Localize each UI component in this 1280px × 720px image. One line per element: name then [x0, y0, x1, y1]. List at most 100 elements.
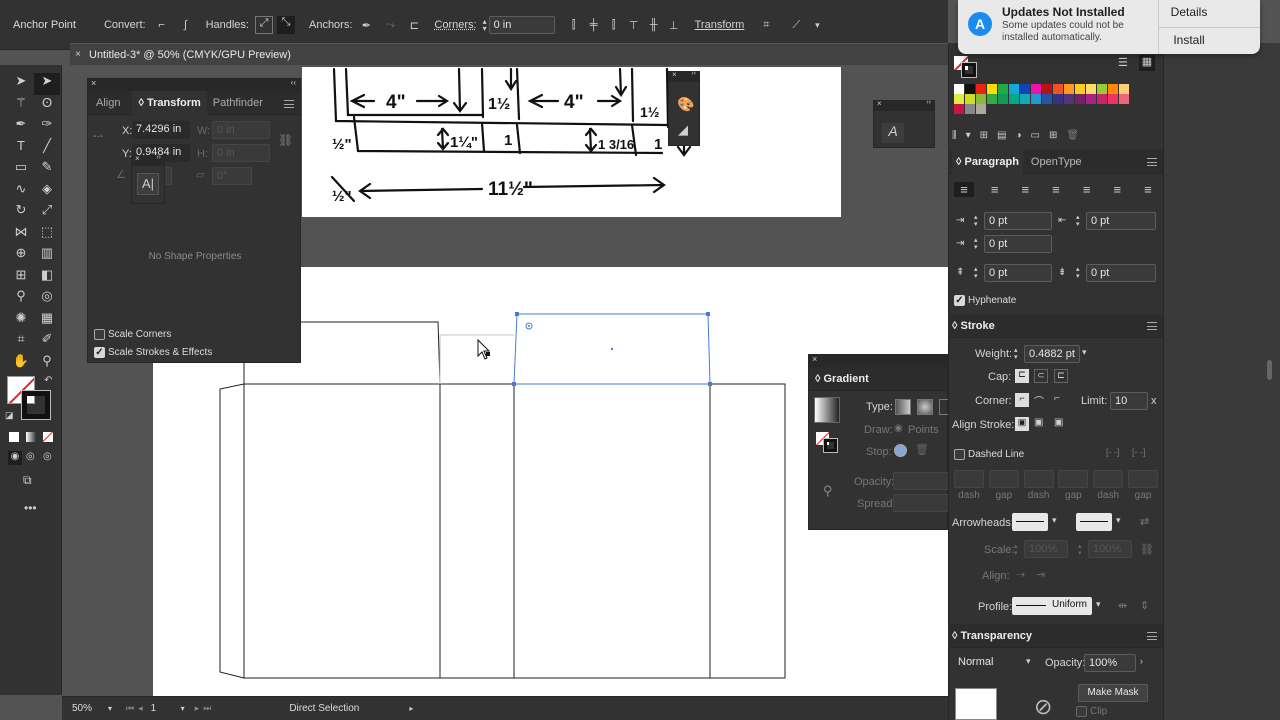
connect-anchor-icon[interactable]: ⤳ [382, 19, 398, 32]
start-arrowhead-chevron-icon[interactable]: ▾ [1052, 515, 1057, 526]
tab-opentype[interactable]: OpenType [1031, 156, 1082, 168]
cut-path-icon[interactable]: ⊏ [406, 19, 422, 32]
spread-input[interactable] [893, 494, 949, 512]
stepper-icon[interactable]: ▴ ▾ [1076, 214, 1080, 228]
stepper-icon[interactable]: ▴ ▾ [974, 266, 978, 280]
next-artboard-icon[interactable]: ▸ [195, 703, 200, 714]
dashed-line-checkbox[interactable] [954, 449, 965, 460]
artboard-number[interactable]: 1 [151, 703, 181, 714]
color-guide-icon[interactable]: 🎨 [677, 96, 694, 113]
scale-tool-icon[interactable]: ⤢ [34, 202, 60, 224]
document-tab[interactable]: × Untitled-3* @ 50% (CMYK/GPU Preview) [70, 43, 948, 65]
zoom-level[interactable]: 50% [72, 703, 108, 714]
panel-menu-icon[interactable] [1147, 632, 1157, 640]
opacity-input[interactable]: 100% [1084, 654, 1136, 672]
align-center-text-icon[interactable]: ≡ [985, 182, 1005, 197]
gradient-stroke-swatch[interactable] [823, 438, 838, 453]
character-styles-icon[interactable]: A [882, 123, 904, 143]
tab-paragraph[interactable]: ◊ Paragraph [952, 149, 1023, 174]
character-icon[interactable]: A| [137, 173, 159, 195]
collapse-panel-icon[interactable]: ›› [156, 154, 161, 161]
first-line-indent-input[interactable]: 0 pt [984, 235, 1052, 253]
gradient-preview[interactable] [814, 397, 840, 423]
convert-smooth-icon[interactable]: ∫ [178, 19, 194, 31]
stepper-icon[interactable]: ▴ ▾ [1076, 266, 1080, 280]
square-cap-icon[interactable]: ⊏ [1054, 369, 1068, 383]
align-left-text-icon[interactable]: ≡ [954, 182, 974, 197]
arrow-scale-start-input[interactable]: 100% [1024, 540, 1068, 558]
left-indent-input[interactable]: 0 pt [984, 212, 1052, 230]
panel-menu-icon[interactable] [1147, 322, 1157, 330]
scale-corners-checkbox[interactable] [94, 329, 105, 340]
lasso-icon[interactable]: ʘ [34, 95, 60, 117]
justify-all-icon[interactable]: ≡ [1138, 182, 1158, 197]
dash-input[interactable] [1023, 470, 1054, 488]
close-tab-icon[interactable]: × [73, 49, 83, 60]
right-indent-input[interactable]: 0 pt [1086, 212, 1156, 230]
dash-exact-icon[interactable]: [- -] [1106, 447, 1120, 457]
start-arrowhead-select[interactable] [1012, 513, 1048, 531]
justify-right-icon[interactable]: ≡ [1107, 182, 1127, 197]
swatch-grid[interactable] [954, 84, 1144, 114]
link-scale-icon[interactable]: ⛓ [1140, 543, 1154, 556]
close-panel-icon[interactable]: × [135, 154, 140, 163]
justify-center-icon[interactable]: ≡ [1077, 182, 1097, 197]
transparency-thumbnail[interactable] [955, 688, 997, 720]
align-top-icon[interactable]: ⊤ [627, 19, 641, 32]
dash-align-icon[interactable]: [- -] [1132, 447, 1146, 457]
close-panel-icon[interactable]: × [91, 78, 96, 88]
swatch-stroke[interactable] [961, 62, 977, 78]
edit-color-icon[interactable]: ◑ [1015, 130, 1021, 141]
hyphenate-checkbox[interactable] [954, 295, 965, 306]
width-tool-icon[interactable]: ⋈ [8, 224, 34, 246]
zoom-tool-icon[interactable]: ⚲ [34, 353, 60, 375]
x-input[interactable]: 7.4296 in [132, 121, 190, 139]
corners-input[interactable]: 0 in [488, 16, 555, 34]
radial-gradient-icon[interactable] [917, 399, 933, 415]
notification-details-button[interactable]: Details [1159, 0, 1219, 27]
align-right-icon[interactable]: ⫿ [607, 19, 621, 32]
hide-handles-icon[interactable]: ⤡ [276, 16, 295, 34]
w-input[interactable]: 0 in [212, 121, 270, 139]
color-mode-icon[interactable] [9, 432, 19, 442]
round-cap-icon[interactable]: ⊂ [1034, 369, 1048, 383]
limit-input[interactable]: 10 [1110, 392, 1148, 410]
profile-chevron-icon[interactable]: ▾ [1096, 599, 1101, 610]
tab-pathfinder[interactable]: Pathfinder [213, 97, 263, 109]
reference-point-icon[interactable]: -·- [93, 131, 103, 142]
blend-tool-icon[interactable]: ◎ [34, 288, 60, 310]
swatch-options-icon[interactable]: ⊞ [980, 130, 988, 141]
gap-input[interactable] [1058, 470, 1089, 488]
show-handles-icon[interactable]: ⤢ [254, 16, 273, 34]
delete-swatch-icon[interactable]: 🗑 [1066, 130, 1079, 141]
swap-arrowheads-icon[interactable]: ⇄ [1140, 515, 1149, 528]
convert-corner-icon[interactable]: ⌐ [154, 19, 170, 31]
new-group-icon[interactable]: ▭ [1031, 130, 1040, 141]
align-bottom-icon[interactable]: ⊥ [667, 19, 681, 32]
end-arrowhead-select[interactable] [1076, 513, 1112, 531]
zoom-chevron-icon[interactable]: ▾ [108, 704, 112, 713]
collapse-panel-icon[interactable]: ‹‹ [291, 78, 296, 87]
flip-along-icon[interactable]: ⇹ [1118, 599, 1127, 612]
selection-tool-icon[interactable]: ➤ [8, 73, 34, 95]
space-before-input[interactable]: 0 pt [984, 264, 1052, 282]
align-center-stroke-icon[interactable]: ▣ [1015, 417, 1029, 431]
screen-mode-icon[interactable]: ⧉ [23, 473, 32, 488]
right-scrollbar[interactable] [1267, 360, 1272, 380]
align-right-text-icon[interactable]: ≡ [1015, 182, 1035, 197]
type-tool-icon[interactable]: T [8, 138, 34, 160]
more-tools-icon[interactable]: ••• [24, 501, 37, 515]
close-panel-icon[interactable]: × [877, 99, 882, 108]
free-transform-icon[interactable]: ⬚ [34, 224, 60, 246]
none-mode-icon[interactable] [43, 432, 53, 442]
curvature-tool-icon[interactable]: ✑ [34, 116, 60, 138]
dash-input[interactable] [1093, 470, 1124, 488]
artboard-tool-icon[interactable]: ⌗ [8, 331, 34, 353]
transform-link[interactable]: Transform [695, 19, 745, 31]
tab-align[interactable]: Align [96, 97, 120, 109]
pen-tool-icon[interactable]: ✒ [8, 116, 34, 138]
slice-tool-icon[interactable]: ✐ [34, 331, 60, 353]
grid-view-icon[interactable]: ▦ [1139, 55, 1155, 71]
isolate-icon[interactable]: ⌗ [758, 19, 774, 32]
gradient-tool-icon[interactable]: ◧ [34, 267, 60, 289]
